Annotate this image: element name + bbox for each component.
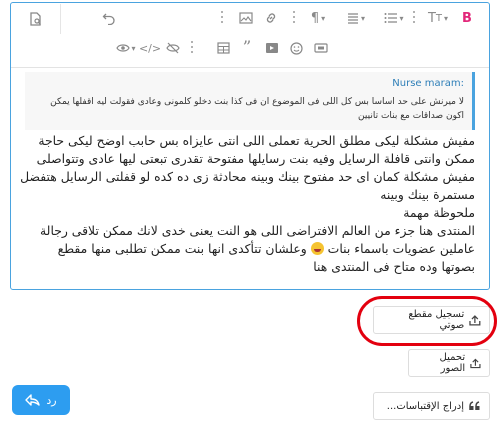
editor-toolbar-primary: ¶ ▾ ▾ ▾ T T ▾ B xyxy=(11,3,489,34)
reply-label: رد xyxy=(46,393,57,407)
quote-button[interactable]: ” xyxy=(238,38,256,58)
quoted-post: Nurse maram: لا ميرنش على حد اساسا بس كل… xyxy=(25,72,475,130)
body-line: مستمرة بينك وبينه xyxy=(380,187,475,202)
chevron-down-icon: ▾ xyxy=(399,13,404,23)
reply-icon xyxy=(25,394,41,406)
body-line: ملحوظة مهمة xyxy=(403,205,475,220)
body-line: المنتدى هنا جزء من العالم الافتراضى اللى… xyxy=(40,223,475,238)
font-size-small-icon: T xyxy=(435,12,443,24)
source-code-button[interactable]: </> xyxy=(138,38,162,58)
upload-images-label: تحميل الصور xyxy=(439,352,466,374)
upload-icon xyxy=(470,358,481,368)
body-line: مفيش مشكلة ليكى مطلق الحرية تعملى اللى ا… xyxy=(38,133,475,148)
message-body[interactable]: مفيش مشكلة ليكى مطلق الحرية تعملى اللى ا… xyxy=(20,132,475,276)
body-line-part: وعلشان تتأكدى انها بنت ممكن تطلبى منها م… xyxy=(57,241,311,256)
eye-icon xyxy=(116,44,131,52)
preview-icon xyxy=(30,12,41,26)
insert-link-button[interactable] xyxy=(261,8,281,28)
quote-text: لا ميرنش على حد اساسا بس كل اللى فى المو… xyxy=(50,97,464,121)
spoiler-button[interactable] xyxy=(164,38,182,58)
toolbar-more-handle-3[interactable] xyxy=(413,11,415,25)
laughing-emoji-icon xyxy=(310,242,324,255)
body-line: مفيش مشكلة كمان اى حد مفتوح بينك وبينه م… xyxy=(20,169,475,184)
rich-text-editor[interactable]: ¶ ▾ ▾ ▾ T T ▾ B ▾ </> ” Nurse maram: لا … xyxy=(10,2,490,290)
table-icon xyxy=(216,42,230,54)
body-line: بصوتها وده متاح فى المنتدى هنا xyxy=(313,259,475,274)
quote-author[interactable]: Nurse maram: xyxy=(33,78,464,89)
undo-button[interactable] xyxy=(99,8,119,28)
toolbar-more-handle[interactable] xyxy=(221,11,223,25)
body-line-with-emoji: عاملين عضويات باسماء بنات وعلشان تتأكدى … xyxy=(25,240,475,258)
body-line-part: عاملين عضويات باسماء بنات xyxy=(323,241,475,256)
editor-toolbar-secondary: ▾ </> ” xyxy=(11,33,489,63)
insert-image-button[interactable] xyxy=(236,8,256,28)
align-icon xyxy=(347,13,358,24)
quote-icon xyxy=(469,401,480,410)
view-dropdown[interactable]: ▾ xyxy=(115,38,137,58)
chevron-down-icon: ▾ xyxy=(131,43,136,53)
list-dropdown[interactable]: ▾ xyxy=(379,8,409,28)
bold-icon: B xyxy=(462,10,472,26)
emoji-button[interactable] xyxy=(287,38,305,58)
media-button[interactable] xyxy=(263,38,281,58)
image-icon xyxy=(239,12,253,24)
paragraph-icon: ¶ xyxy=(310,10,320,26)
code-icon: </> xyxy=(138,41,162,55)
undo-icon xyxy=(102,13,115,25)
chevron-down-icon: ▾ xyxy=(360,13,365,23)
eye-slash-icon xyxy=(166,42,180,54)
editor-content-area[interactable]: Nurse maram: لا ميرنش على حد اساسا بس كل… xyxy=(11,67,489,289)
drafts-button[interactable] xyxy=(312,38,330,58)
insert-quotes-button[interactable]: إدراج الإقتباسات... xyxy=(373,392,490,420)
body-line: ممكن وانتى قافلة الرسايل وفيه بنت رسايله… xyxy=(36,151,475,166)
toolbar-more-handle-2[interactable] xyxy=(293,11,295,25)
bold-button[interactable]: B xyxy=(459,8,475,28)
insert-table-button[interactable] xyxy=(214,38,232,58)
insert-quotes-label: إدراج الإقتباسات... xyxy=(386,400,464,412)
chevron-down-icon: ▾ xyxy=(444,13,449,23)
upload-images-button[interactable]: تحميل الصور xyxy=(408,349,490,377)
smiley-icon xyxy=(289,41,303,55)
link-icon xyxy=(266,13,276,23)
annotation-highlight-circle xyxy=(357,296,497,346)
draft-icon xyxy=(314,43,328,53)
align-dropdown[interactable]: ▾ xyxy=(341,8,371,28)
font-size-icon: T xyxy=(427,10,436,26)
font-size-dropdown[interactable]: T T ▾ xyxy=(421,8,455,28)
reply-button[interactable]: رد xyxy=(12,385,70,415)
chevron-down-icon: ▾ xyxy=(321,13,326,23)
paragraph-format-dropdown[interactable]: ¶ ▾ xyxy=(303,8,333,28)
quote-icon: ” xyxy=(242,38,252,58)
media-icon xyxy=(266,43,278,53)
preview-toggle-button[interactable] xyxy=(12,4,61,34)
toolbar-more-handle-4[interactable] xyxy=(191,41,193,55)
list-icon xyxy=(384,13,398,23)
